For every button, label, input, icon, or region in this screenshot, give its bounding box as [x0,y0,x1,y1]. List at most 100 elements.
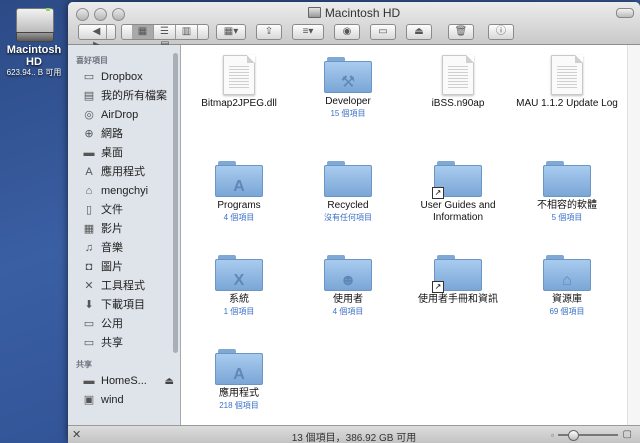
status-text: 13 個項目，386.92 GB 可用 [291,433,417,443]
sidebar-item-fav-4[interactable]: ▬ 桌面 [68,144,180,163]
file-item[interactable]: Bitmap2JPEG.dll [187,55,291,110]
file-item[interactable]: ↗ User Guides and Information [406,159,510,224]
sidebar-item-fav-14[interactable]: ▭ 共享 [68,334,180,353]
column-view-icon[interactable]: ▥ [176,25,198,39]
sidebar-item-fav-5[interactable]: A 應用程式 [68,163,180,182]
file-name: 系統 [229,294,249,305]
folder-icon: ↗ [432,253,482,293]
list-view-icon[interactable]: ☰ [154,25,176,39]
sidebar-item-shared-0[interactable]: ▬ HomeS... ⏏ [68,372,180,391]
trash-icon: 🗑︎ [454,26,468,37]
finder-window: Macintosh HD ◀▶ ▦☰▥▤ ▦▾ ⇪ ≡▾ ◉ ▭ ⏏ 🗑︎ ⓘ … [68,2,640,443]
sidebar-item-label: 網路 [101,128,123,140]
folder-icon: ▭ [83,337,95,349]
sidebar-item-fav-13[interactable]: ▭ 公用 [68,315,180,334]
folder-icon: ▭ [83,318,95,330]
view-mode-control[interactable]: ▦☰▥▤ [121,24,209,51]
back-icon[interactable]: ◀ [88,25,107,39]
file-name: iBSS.n90ap [431,98,485,109]
folder-icon [324,159,372,197]
folder-icon: A [215,159,263,197]
monitor-icon: ▭ [378,26,388,37]
item-count: 218 個項目 [219,401,259,410]
sidebar-item-fav-12[interactable]: ⬇ 下載項目 [68,296,180,315]
grid-icon: ▦▾ [223,26,239,37]
sidebar-item-fav-11[interactable]: ✕ 工具程式 [68,277,180,296]
file-item[interactable]: ⚒ Developer 15 個項目 [296,55,400,119]
all-files-icon: ▤ [83,90,95,102]
sidebar-header-favorites: 喜好項目 [76,56,108,65]
sidebar: 喜好項目 ▭ Dropbox ▤ 我的所有檔案 ◎ AirDrop ⊕ 網路 ▬ 桌面 A 應用程式 ⌂… [68,45,181,425]
sidebar-item-fav-6[interactable]: ⌂ mengchyi [68,182,180,201]
alias-arrow-icon: ↗ [432,187,444,199]
sidebar-item-label: 桌面 [101,147,123,159]
music-icon: ♫ [84,242,94,254]
document-icon [442,55,474,95]
file-name: MAU 1.1.2 Update Log [516,98,618,109]
file-item[interactable]: 不相容的軟體 5 個項目 [515,159,619,223]
item-count: 5 個項目 [551,213,583,222]
share-button[interactable]: ⇪ [256,24,282,40]
back-forward-control[interactable]: ◀▶ [78,24,116,51]
trash-button[interactable]: 🗑︎ [448,24,474,40]
file-name: 使用者 [333,294,363,305]
sidebar-scrollbar[interactable] [173,53,178,353]
icon-view-icon[interactable]: ▦ [132,25,154,39]
sidebar-item-fav-3[interactable]: ⊕ 網路 [68,125,180,144]
hard-drive-icon [14,6,54,42]
info-button[interactable]: ⓘ [488,24,514,40]
sidebar-item-label: wind [101,394,124,406]
computer-icon: ▣ [83,394,95,406]
file-item[interactable]: ↗ 使用者手冊和資訊 [406,253,510,306]
sidebar-item-fav-0[interactable]: ▭ Dropbox [68,68,180,87]
file-name: 不相容的軟體 [537,200,597,211]
documents-icon: ▯ [85,204,93,216]
file-item[interactable]: ⌂ 資源庫 69 個項目 [515,253,619,317]
small-icon-size-icon: ▫ [551,431,554,440]
desktop-drive[interactable]: Macintosh HD 623.94.. B 可用 [0,4,68,78]
sidebar-item-fav-7[interactable]: ▯ 文件 [68,201,180,220]
content-scrollbar[interactable] [627,45,640,425]
file-name: Programs [217,200,261,211]
desktop-icon: ▬ [83,147,95,159]
item-count: 1 個項目 [223,307,255,316]
quick-look-button[interactable]: ◉ [334,24,360,40]
sidebar-item-shared-1[interactable]: ▣ wind [68,391,180,410]
sidebar-item-fav-8[interactable]: ▦ 影片 [68,220,180,239]
file-item[interactable]: X 系統 1 個項目 [187,253,291,317]
toolbar-toggle-button[interactable] [616,8,634,18]
home-icon: ⌂ [85,185,93,197]
window-title: Macintosh HD [68,6,640,20]
file-item[interactable]: iBSS.n90ap [406,55,510,110]
file-item[interactable]: A 應用程式 218 個項目 [187,347,291,411]
file-item[interactable]: A Programs 4 個項目 [187,159,291,223]
status-bar: ✕ 13 個項目，386.92 GB 可用 ▫ ▢ [68,425,640,443]
desktop-drive-info: 623.94.. B 可用 [6,68,62,77]
eject-icon[interactable]: ⏏ [165,372,174,391]
file-item[interactable]: MAU 1.1.2 Update Log [515,55,619,110]
file-item[interactable]: ☻ 使用者 4 個項目 [296,253,400,317]
folder-icon: A [215,347,263,385]
sidebar-item-label: 影片 [101,223,123,235]
sidebar-item-fav-10[interactable]: ◘ 圖片 [68,258,180,277]
sidebar-item-fav-1[interactable]: ▤ 我的所有檔案 [68,87,180,106]
sidebar-item-fav-9[interactable]: ♫ 音樂 [68,239,180,258]
movies-icon: ▦ [83,223,95,235]
file-name: 資源庫 [552,294,582,305]
sidebar-item-fav-2[interactable]: ◎ AirDrop [68,106,180,125]
sidebar-header-shared: 共享 [76,360,92,369]
sidebar-item-label: 我的所有檔案 [101,90,167,102]
arrange-button[interactable]: ▦▾ [216,24,246,40]
sidebar-item-label: HomeS... [101,375,147,387]
eject-button[interactable]: ⏏ [406,24,432,40]
downloads-icon: ⬇ [84,299,94,311]
icon-size-slider[interactable] [558,430,618,441]
sidebar-item-label: AirDrop [101,109,139,121]
sidebar-item-label: mengchyi [101,185,149,197]
action-button[interactable]: ≡▾ [292,24,324,40]
connect-button[interactable]: ▭ [370,24,396,40]
sidebar-item-label: 音樂 [101,242,123,254]
sidebar-item-label: 下載項目 [101,299,145,311]
file-name: 使用者手冊和資訊 [418,294,498,305]
file-item[interactable]: Recycled 沒有任何項目 [296,159,400,223]
